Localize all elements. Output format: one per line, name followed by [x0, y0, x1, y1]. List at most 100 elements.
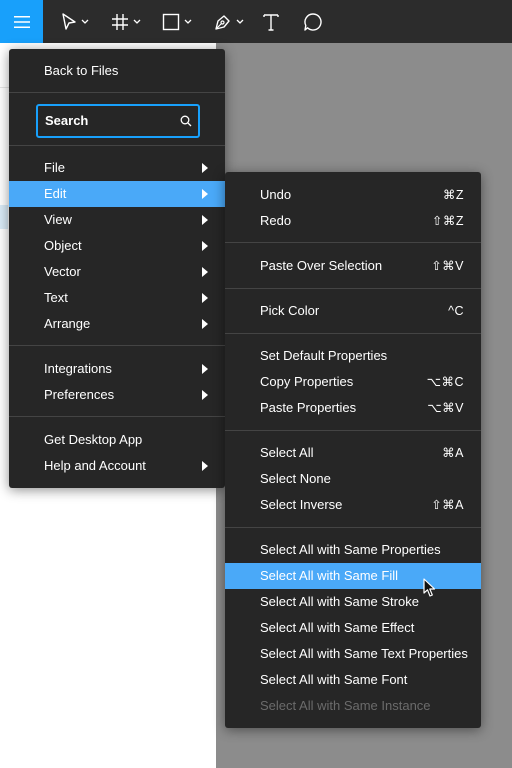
menu-item-label: Text	[44, 290, 68, 305]
menu-item-label: Object	[44, 238, 82, 253]
menu-item-view[interactable]: View	[9, 207, 225, 233]
menu-item-edit[interactable]: Edit	[9, 181, 225, 207]
mouse-cursor-icon	[423, 578, 436, 597]
shortcut-label: ⌥⌘V	[427, 401, 464, 415]
text-tool-button[interactable]	[258, 0, 284, 43]
chevron-down-icon	[236, 19, 244, 24]
menu-item-select-none[interactable]: Select None	[225, 466, 481, 492]
edit-submenu: Undo ⌘Z Redo ⇧⌘Z Paste Over Selection ⇧⌘…	[225, 172, 481, 728]
menu-item-label: Select All with Same Effect	[260, 620, 415, 635]
shape-tool-button[interactable]	[157, 0, 197, 43]
submenu-arrow-icon	[202, 163, 208, 173]
menu-item-label: Vector	[44, 264, 81, 279]
pen-tool-button[interactable]	[209, 0, 249, 43]
chevron-down-icon	[184, 19, 192, 24]
submenu-arrow-icon	[202, 189, 208, 199]
menu-item-pick-color[interactable]: Pick Color ^C	[225, 298, 481, 324]
menu-item-label: Get Desktop App	[44, 432, 143, 447]
hamburger-menu-icon	[13, 15, 30, 28]
shortcut-label: ⇧⌘Z	[431, 214, 464, 228]
back-to-files-item[interactable]: Back to Files	[9, 58, 225, 84]
search-input[interactable]: Search	[36, 104, 200, 138]
search-icon	[180, 115, 192, 127]
menu-item-preferences[interactable]: Preferences	[9, 382, 225, 408]
menu-item-label: Select All with Same Instance	[260, 698, 431, 713]
shortcut-label: ⌥⌘C	[426, 375, 464, 389]
text-t-icon	[263, 13, 279, 31]
submenu-arrow-icon	[202, 319, 208, 329]
menu-item-select-same-instance: Select All with Same Instance	[225, 693, 481, 719]
menu-item-file[interactable]: File	[9, 155, 225, 181]
comment-tool-button[interactable]	[300, 0, 326, 43]
submenu-arrow-icon	[202, 241, 208, 251]
main-menu: Back to Files Search File Edit View Obje…	[9, 49, 225, 488]
frame-tool-button[interactable]	[106, 0, 146, 43]
menu-separator	[225, 242, 481, 243]
search-placeholder: Search	[45, 113, 89, 128]
menu-item-select-inverse[interactable]: Select Inverse ⇧⌘A	[225, 492, 481, 518]
shortcut-label: ⇧⌘V	[431, 259, 464, 273]
menu-item-select-same-fill[interactable]: Select All with Same Fill	[225, 563, 481, 589]
shortcut-label: ⇧⌘A	[431, 498, 464, 512]
menu-item-select-all[interactable]: Select All ⌘A	[225, 440, 481, 466]
submenu-arrow-icon	[202, 267, 208, 277]
frame-hash-icon	[112, 13, 128, 30]
menu-item-label: Select None	[260, 471, 331, 486]
menu-item-arrange[interactable]: Arrange	[9, 311, 225, 337]
menu-separator	[225, 527, 481, 528]
move-arrow-icon	[62, 12, 76, 30]
menu-item-redo[interactable]: Redo ⇧⌘Z	[225, 208, 481, 234]
menu-separator	[9, 345, 225, 346]
menu-item-select-same-properties[interactable]: Select All with Same Properties	[225, 537, 481, 563]
chevron-down-icon	[133, 19, 141, 24]
menu-item-label: Select All with Same Stroke	[260, 594, 419, 609]
menu-item-select-same-effect[interactable]: Select All with Same Effect	[225, 615, 481, 641]
menu-item-label: Pick Color	[260, 303, 320, 318]
menu-item-paste-properties[interactable]: Paste Properties ⌥⌘V	[225, 395, 481, 421]
menu-item-label: Paste Properties	[260, 400, 357, 415]
menu-item-label: Arrange	[44, 316, 91, 331]
main-menu-button[interactable]	[0, 0, 43, 43]
menu-separator	[9, 416, 225, 417]
menu-item-select-same-text-properties[interactable]: Select All with Same Text Properties	[225, 641, 481, 667]
menu-item-integrations[interactable]: Integrations	[9, 356, 225, 382]
menu-item-label: Integrations	[44, 361, 112, 376]
pen-nib-icon	[215, 14, 230, 30]
menu-item-help-and-account[interactable]: Help and Account	[9, 453, 225, 479]
submenu-arrow-icon	[202, 461, 208, 471]
menu-item-object[interactable]: Object	[9, 233, 225, 259]
menu-item-label: Select All with Same Font	[260, 672, 408, 687]
menu-item-get-desktop-app[interactable]: Get Desktop App	[9, 427, 225, 453]
submenu-arrow-icon	[202, 293, 208, 303]
menu-separator	[9, 145, 225, 146]
menu-item-copy-properties[interactable]: Copy Properties ⌥⌘C	[225, 369, 481, 395]
menu-item-label: Select All with Same Text Properties	[260, 646, 468, 661]
comment-bubble-icon	[304, 12, 322, 31]
selected-layer-indicator	[0, 205, 8, 229]
menu-item-text[interactable]: Text	[9, 285, 225, 311]
shortcut-label: ⌘Z	[442, 188, 464, 202]
menu-item-label: Undo	[260, 187, 292, 202]
menu-item-label: Redo	[260, 213, 292, 228]
move-tool-button[interactable]	[55, 0, 95, 43]
menu-separator	[225, 288, 481, 289]
menu-item-label: Edit	[44, 186, 67, 201]
menu-item-label: File	[44, 160, 65, 175]
submenu-arrow-icon	[202, 390, 208, 400]
shortcut-label: ^C	[448, 304, 464, 318]
menu-item-label: Select All with Same Properties	[260, 542, 441, 557]
menu-item-label: Select All with Same Fill	[260, 568, 398, 583]
menu-item-select-same-stroke[interactable]: Select All with Same Stroke	[225, 589, 481, 615]
menu-item-undo[interactable]: Undo ⌘Z	[225, 182, 481, 208]
menu-item-label: Copy Properties	[260, 374, 354, 389]
menu-item-vector[interactable]: Vector	[9, 259, 225, 285]
submenu-arrow-icon	[202, 215, 208, 225]
chevron-down-icon	[81, 19, 89, 24]
menu-item-select-same-font[interactable]: Select All with Same Font	[225, 667, 481, 693]
menu-separator	[225, 333, 481, 334]
rectangle-icon	[162, 13, 180, 30]
menu-separator	[225, 430, 481, 431]
menu-item-set-default-properties[interactable]: Set Default Properties	[225, 343, 481, 369]
menu-item-paste-over-selection[interactable]: Paste Over Selection ⇧⌘V	[225, 253, 481, 279]
menu-item-label: Help and Account	[44, 458, 146, 473]
